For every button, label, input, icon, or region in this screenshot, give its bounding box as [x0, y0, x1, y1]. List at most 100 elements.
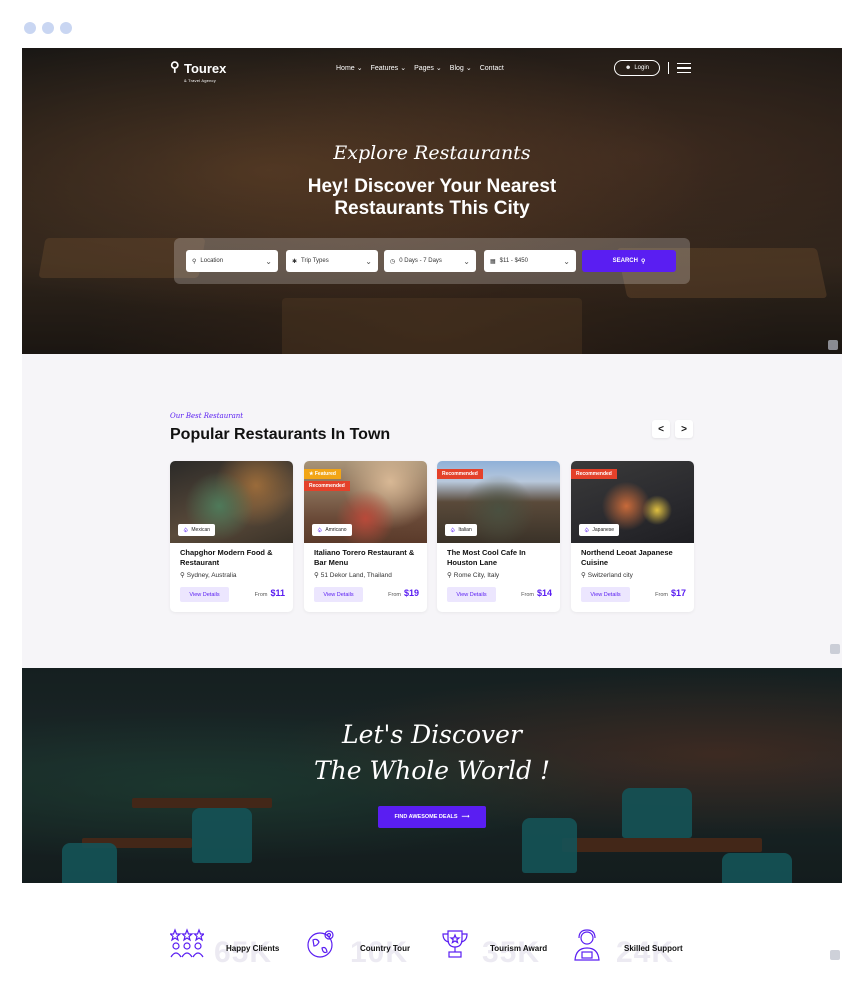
popular-restaurants-section: Our Best Restaurant Popular Restaurants … — [22, 354, 842, 668]
clock-icon: ◷ — [390, 258, 396, 265]
section-eyebrow: Our Best Restaurant — [170, 412, 244, 420]
search-icon: ⚲ — [640, 258, 646, 265]
cuisine-tag: ♤ Mexican — [178, 524, 216, 536]
logo-name: Tourex — [184, 61, 227, 76]
stat-label: Skilled Support — [624, 944, 683, 953]
restaurant-location: ⚲ Rome City, Italy — [447, 571, 500, 580]
stars-group-icon — [170, 928, 204, 958]
prev-arrow-button[interactable]: < — [652, 420, 670, 438]
window-dot-2 — [42, 22, 54, 34]
location-pin-icon: ⚲ — [581, 572, 586, 579]
view-details-button[interactable]: View Details — [180, 587, 229, 602]
restaurant-name[interactable]: Chapghor Modern Food & Restaurant — [180, 548, 288, 568]
menu-item-blog[interactable]: Blog ⌄ — [450, 64, 472, 73]
chevron-down-icon: ⌄ — [356, 65, 363, 72]
price-label: From $17 — [655, 588, 686, 598]
login-button[interactable]: ☻ Login — [614, 60, 660, 76]
arrow-right-icon: ⟶ — [461, 814, 470, 820]
price-label: From $19 — [388, 588, 419, 598]
hero-title: Hey! Discover Your Nearest Restaurants T… — [307, 176, 557, 219]
window-dot-1 — [24, 22, 36, 34]
scroll-chip-icon — [830, 644, 840, 654]
location-pin-logo-icon: ⚲ — [170, 59, 180, 74]
restaurant-location: ⚲ Switzerland city — [581, 571, 633, 580]
stat-label: Tourism Award — [490, 944, 548, 953]
trip-icon: ✱ — [292, 258, 298, 265]
window-dot-3 — [60, 22, 72, 34]
hero-script-heading: Explore Restaurants — [333, 142, 531, 164]
stat-number: 24K — [616, 936, 675, 969]
chevron-down-icon: ⌄ — [265, 256, 272, 266]
recommended-badge: Recommended — [571, 469, 617, 479]
restaurant-card[interactable]: Recommended ♤ Japanese Northend Leoat Jap… — [571, 461, 694, 612]
cuisine-icon: ♤ — [450, 527, 456, 534]
view-details-button[interactable]: View Details — [314, 587, 363, 602]
stats-section: 65K Happy Clients 10K Country Tour 35K T… — [0, 918, 864, 978]
restaurant-card[interactable]: Recommended ♤ Italian The Most Cool Cafe … — [437, 461, 560, 612]
location-pin-icon: ⚲ — [180, 572, 185, 579]
chevron-down-icon: ⌄ — [400, 65, 407, 72]
restaurant-name[interactable]: Italiano Torero Restaurant & Bar Menu — [314, 548, 422, 568]
price-label: From $14 — [521, 588, 552, 598]
cuisine-icon: ♤ — [584, 527, 590, 534]
cuisine-icon: ♤ — [317, 527, 323, 534]
stat-number: 10K — [350, 936, 409, 969]
hero-section: ⚲ Tourex & Travel Agency Home ⌄ Features ⌄… — [22, 48, 842, 354]
trophy-icon — [442, 930, 468, 958]
stat-label: Happy Clients — [226, 944, 280, 953]
stat-number: 35K — [482, 936, 541, 969]
search-button[interactable]: SEARCH ⚲ — [582, 250, 676, 272]
recommended-badge: Recommended — [437, 469, 483, 479]
menu-item-pages[interactable]: Pages ⌄ — [414, 64, 442, 73]
cta-banner: Let's Discover The Whole World ! FIND AW… — [22, 668, 842, 883]
cuisine-tag: ♤ Japanese — [579, 524, 620, 536]
logo-tagline: & Travel Agency — [184, 78, 216, 83]
cta-script-line2: The Whole World ! — [313, 756, 551, 785]
stat-label: Country Tour — [360, 944, 411, 953]
cuisine-tag: ♤ Italian — [445, 524, 477, 536]
cuisine-tag: ♤ Amricano — [312, 524, 352, 536]
globe-map-icon — [307, 930, 334, 958]
stat-number: 65K — [214, 936, 273, 969]
price-select[interactable]: ▦ $11 - $450 ⌄ — [484, 250, 576, 272]
menu-item-contact[interactable]: Contact — [480, 64, 504, 72]
top-navbar: ⚲ Tourex & Travel Agency Home ⌄ Features ⌄… — [22, 48, 842, 88]
view-details-button[interactable]: View Details — [581, 587, 630, 602]
location-pin-icon: ⚲ — [314, 572, 319, 579]
menu-item-home[interactable]: Home ⌄ — [336, 64, 363, 73]
scroll-chip-icon — [830, 950, 840, 960]
chevron-down-icon: ⌄ — [465, 65, 472, 72]
days-select[interactable]: ◷ 0 Days - 7 Days ⌄ — [384, 250, 476, 272]
window-controls — [24, 22, 72, 34]
cta-script-line1: Let's Discover — [342, 720, 522, 749]
trip-types-select[interactable]: ✱ Trip Types ⌄ — [286, 250, 378, 272]
main-menu: Home ⌄ Features ⌄ Pages ⌄ Blog ⌄ Contact — [336, 64, 504, 73]
recommended-badge: Recommended — [304, 481, 350, 491]
location-select[interactable]: ⚲ Location ⌄ — [186, 250, 278, 272]
view-details-button[interactable]: View Details — [447, 587, 496, 602]
menu-item-features[interactable]: Features ⌄ — [371, 64, 407, 73]
chevron-down-icon: ⌄ — [463, 256, 470, 266]
search-bar: ⚲ Location ⌄ ✱ Trip Types ⌄ ◷ 0 Days - 7… — [174, 238, 690, 284]
restaurant-name[interactable]: The Most Cool Cafe In Houston Lane — [447, 548, 555, 568]
chevron-down-icon: ⌄ — [435, 65, 442, 72]
restaurant-location: ⚲ 51 Dekor Land, Thailand — [314, 571, 392, 580]
restaurant-location: ⚲ Sydney, Australia — [180, 571, 237, 580]
hamburger-menu-icon[interactable] — [677, 63, 691, 76]
restaurant-card[interactable]: ★ Featured Recommended ♤ Amricano Italian… — [304, 461, 427, 612]
section-title: Popular Restaurants In Town — [170, 426, 391, 443]
chevron-down-icon: ⌄ — [563, 256, 570, 266]
next-arrow-button[interactable]: > — [675, 420, 693, 438]
chevron-down-icon: ⌄ — [365, 256, 372, 266]
location-pin-icon: ⚲ — [192, 258, 197, 265]
location-pin-icon: ⚲ — [447, 572, 452, 579]
restaurant-card[interactable]: ♤ Mexican Chapghor Modern Food & Restaura… — [170, 461, 293, 612]
price-label: From $11 — [254, 588, 285, 598]
restaurant-name[interactable]: Northend Leoat Japanese Cuisine — [581, 548, 689, 568]
featured-badge: ★ Featured — [304, 469, 341, 479]
nav-divider — [668, 62, 669, 74]
logo[interactable]: ⚲ Tourex & Travel Agency — [170, 59, 227, 84]
cuisine-icon: ♤ — [183, 527, 189, 534]
find-deals-button[interactable]: FIND AWESOME DEALS ⟶ — [378, 806, 486, 828]
support-agent-icon — [574, 929, 600, 961]
